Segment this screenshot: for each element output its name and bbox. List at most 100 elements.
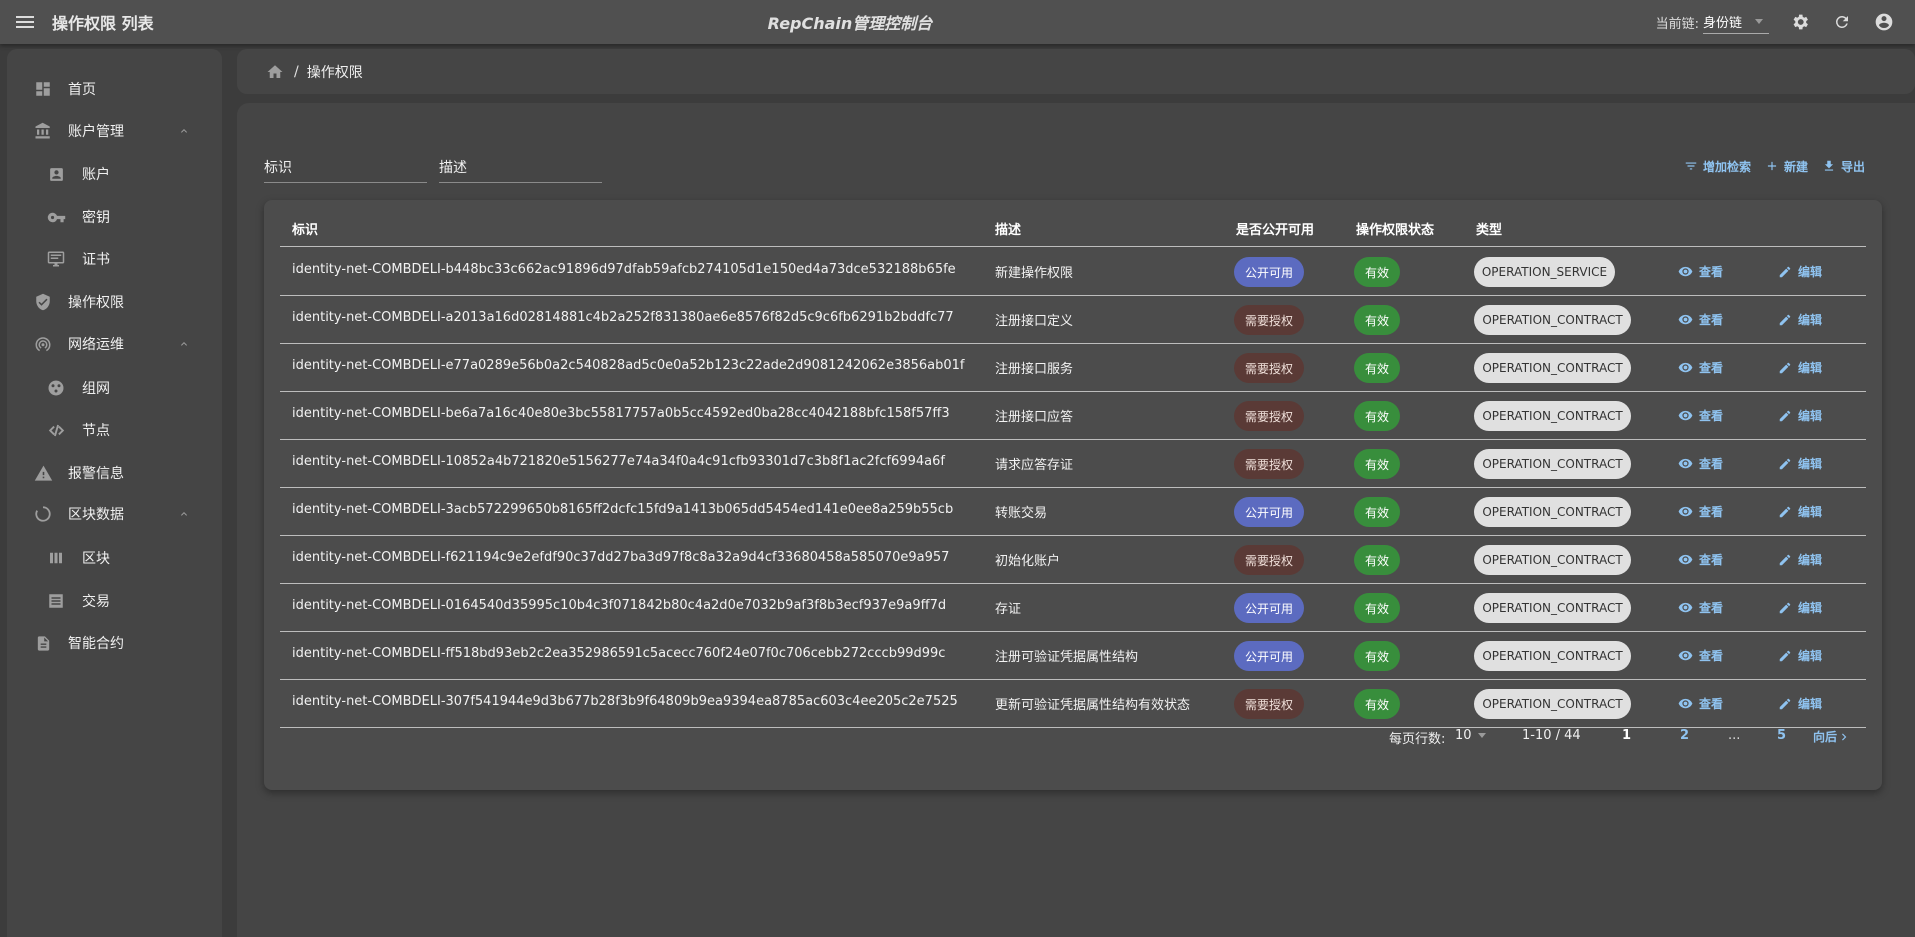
- rows-per-page-value: 10: [1455, 728, 1472, 743]
- next-page-button[interactable]: 向后: [1813, 728, 1851, 745]
- id-filter-input[interactable]: 标识: [264, 155, 427, 183]
- add-filter-button[interactable]: 增加检索: [1684, 158, 1751, 175]
- view-button[interactable]: 查看: [1678, 599, 1723, 616]
- table-row[interactable]: identity-net-COMBDELI-0164540d35995c10b4…: [280, 584, 1866, 632]
- view-label: 查看: [1699, 409, 1724, 423]
- chevron-up-icon[interactable]: [177, 337, 191, 351]
- rows-per-page-select[interactable]: 10: [1455, 728, 1486, 743]
- edit-label: 编辑: [1798, 697, 1823, 711]
- key-icon: [46, 207, 66, 227]
- status-chip: 有效: [1354, 449, 1400, 479]
- breadcrumb: / 操作权限: [237, 49, 1915, 94]
- edit-button[interactable]: 编辑: [1778, 647, 1822, 664]
- sidebar-item-block-data[interactable]: 区块数据: [7, 497, 222, 531]
- view-button[interactable]: 查看: [1678, 455, 1723, 472]
- status-chip: 有效: [1354, 305, 1400, 335]
- table-row[interactable]: identity-net-COMBDELI-ff518bd93eb2c2ea35…: [280, 632, 1866, 680]
- edit-button[interactable]: 编辑: [1778, 551, 1822, 568]
- home-icon[interactable]: [266, 63, 284, 81]
- eye-icon: [1678, 314, 1693, 325]
- cell-id: identity-net-COMBDELI-a2013a16d02814881c…: [292, 310, 954, 325]
- type-chip: OPERATION_CONTRACT: [1474, 353, 1631, 383]
- export-button[interactable]: 导出: [1822, 158, 1865, 175]
- edit-button[interactable]: 编辑: [1778, 695, 1822, 712]
- edit-button[interactable]: 编辑: [1778, 311, 1822, 328]
- chevron-up-icon[interactable]: [177, 507, 191, 521]
- type-chip: OPERATION_CONTRACT: [1474, 305, 1631, 335]
- cell-desc: 注册接口服务: [995, 362, 1074, 377]
- bank-icon: [33, 121, 53, 141]
- view-button[interactable]: 查看: [1678, 695, 1723, 712]
- chevron-up-icon[interactable]: [177, 124, 191, 138]
- cell-id: identity-net-COMBDELI-b448bc33c662ac9189…: [292, 262, 956, 277]
- sidebar-item-certificates[interactable]: 证书: [7, 242, 222, 276]
- status-chip: 有效: [1354, 353, 1400, 383]
- view-button[interactable]: 查看: [1678, 407, 1723, 424]
- sidebar: 首页 账户管理 账户 密钥 证书 操作权限 网络运维 组网 节点 报警信息 区块: [7, 49, 222, 937]
- column-header-public[interactable]: 是否公开可用: [1236, 219, 1314, 238]
- refresh-icon[interactable]: [1831, 11, 1853, 33]
- sidebar-item-smart-contracts[interactable]: 智能合约: [7, 626, 222, 660]
- view-button[interactable]: 查看: [1678, 551, 1723, 568]
- sidebar-item-label: 交易: [82, 594, 110, 610]
- pencil-icon: [1779, 698, 1791, 709]
- edit-button[interactable]: 编辑: [1778, 599, 1822, 616]
- column-header-desc[interactable]: 描述: [995, 219, 1021, 238]
- sidebar-item-nodes[interactable]: 节点: [7, 413, 222, 447]
- type-chip: OPERATION_CONTRACT: [1474, 497, 1631, 527]
- page-button-2[interactable]: 2: [1680, 728, 1689, 743]
- edit-button[interactable]: 编辑: [1778, 455, 1822, 472]
- table-row[interactable]: identity-net-COMBDELI-e77a0289e56b0a2c54…: [280, 344, 1866, 392]
- settings-icon[interactable]: [1789, 11, 1811, 33]
- sidebar-item-keys[interactable]: 密钥: [7, 200, 222, 234]
- view-button[interactable]: 查看: [1678, 647, 1723, 664]
- desc-filter-input[interactable]: 描述: [439, 155, 602, 183]
- edit-button[interactable]: 编辑: [1778, 407, 1822, 424]
- table-row[interactable]: identity-net-COMBDELI-be6a7a16c40e80e3bc…: [280, 392, 1866, 440]
- sidebar-item-operation-permissions[interactable]: 操作权限: [7, 285, 222, 319]
- view-button[interactable]: 查看: [1678, 311, 1723, 328]
- table-row[interactable]: identity-net-COMBDELI-3acb572299650b8165…: [280, 488, 1866, 536]
- breadcrumb-separator: /: [294, 63, 299, 80]
- edit-button[interactable]: 编辑: [1778, 503, 1822, 520]
- sidebar-item-blocks[interactable]: 区块: [7, 541, 222, 575]
- edit-button[interactable]: 编辑: [1778, 263, 1822, 280]
- sidebar-item-transactions[interactable]: 交易: [7, 584, 222, 618]
- edit-label: 编辑: [1798, 361, 1823, 375]
- table-row[interactable]: identity-net-COMBDELI-b448bc33c662ac9189…: [280, 248, 1866, 296]
- column-header-type[interactable]: 类型: [1476, 219, 1502, 238]
- pencil-icon: [1779, 650, 1791, 661]
- column-header-id[interactable]: 标识: [292, 219, 318, 238]
- table-row[interactable]: identity-net-COMBDELI-f621194c9e2efdf90c…: [280, 536, 1866, 584]
- table-row[interactable]: identity-net-COMBDELI-a2013a16d02814881c…: [280, 296, 1866, 344]
- sidebar-item-account-management[interactable]: 账户管理: [7, 114, 222, 148]
- sidebar-item-accounts[interactable]: 账户: [7, 157, 222, 191]
- sidebar-item-network-ops[interactable]: 网络运维: [7, 327, 222, 361]
- view-label: 查看: [1699, 265, 1724, 279]
- pencil-icon: [1779, 410, 1791, 421]
- type-chip: OPERATION_CONTRACT: [1474, 401, 1631, 431]
- view-button[interactable]: 查看: [1678, 359, 1723, 376]
- eye-icon: [1678, 266, 1693, 277]
- edit-button[interactable]: 编辑: [1778, 359, 1822, 376]
- chain-select[interactable]: 身份链: [1703, 10, 1769, 34]
- eye-icon: [1678, 698, 1693, 709]
- page-button-5[interactable]: 5: [1777, 728, 1786, 743]
- network-group-icon: [46, 378, 66, 398]
- sidebar-item-alerts[interactable]: 报警信息: [7, 456, 222, 490]
- sidebar-item-label: 首页: [68, 82, 96, 98]
- type-chip: OPERATION_SERVICE: [1474, 257, 1615, 287]
- account-circle-icon[interactable]: [1873, 11, 1895, 33]
- page-button-1[interactable]: 1: [1622, 728, 1631, 743]
- node-link-icon: [46, 420, 66, 440]
- table-row[interactable]: identity-net-COMBDELI-10852a4b721820e515…: [280, 440, 1866, 488]
- column-header-status[interactable]: 操作权限状态: [1356, 219, 1434, 238]
- view-button[interactable]: 查看: [1678, 263, 1723, 280]
- table-row[interactable]: identity-net-COMBDELI-307f541944e9d3b677…: [280, 680, 1866, 728]
- sidebar-item-home[interactable]: 首页: [7, 72, 222, 106]
- public-chip: 公开可用: [1234, 641, 1304, 671]
- view-label: 查看: [1699, 601, 1724, 615]
- create-button[interactable]: 新建: [1765, 158, 1808, 175]
- view-button[interactable]: 查看: [1678, 503, 1723, 520]
- sidebar-item-networking[interactable]: 组网: [7, 371, 222, 405]
